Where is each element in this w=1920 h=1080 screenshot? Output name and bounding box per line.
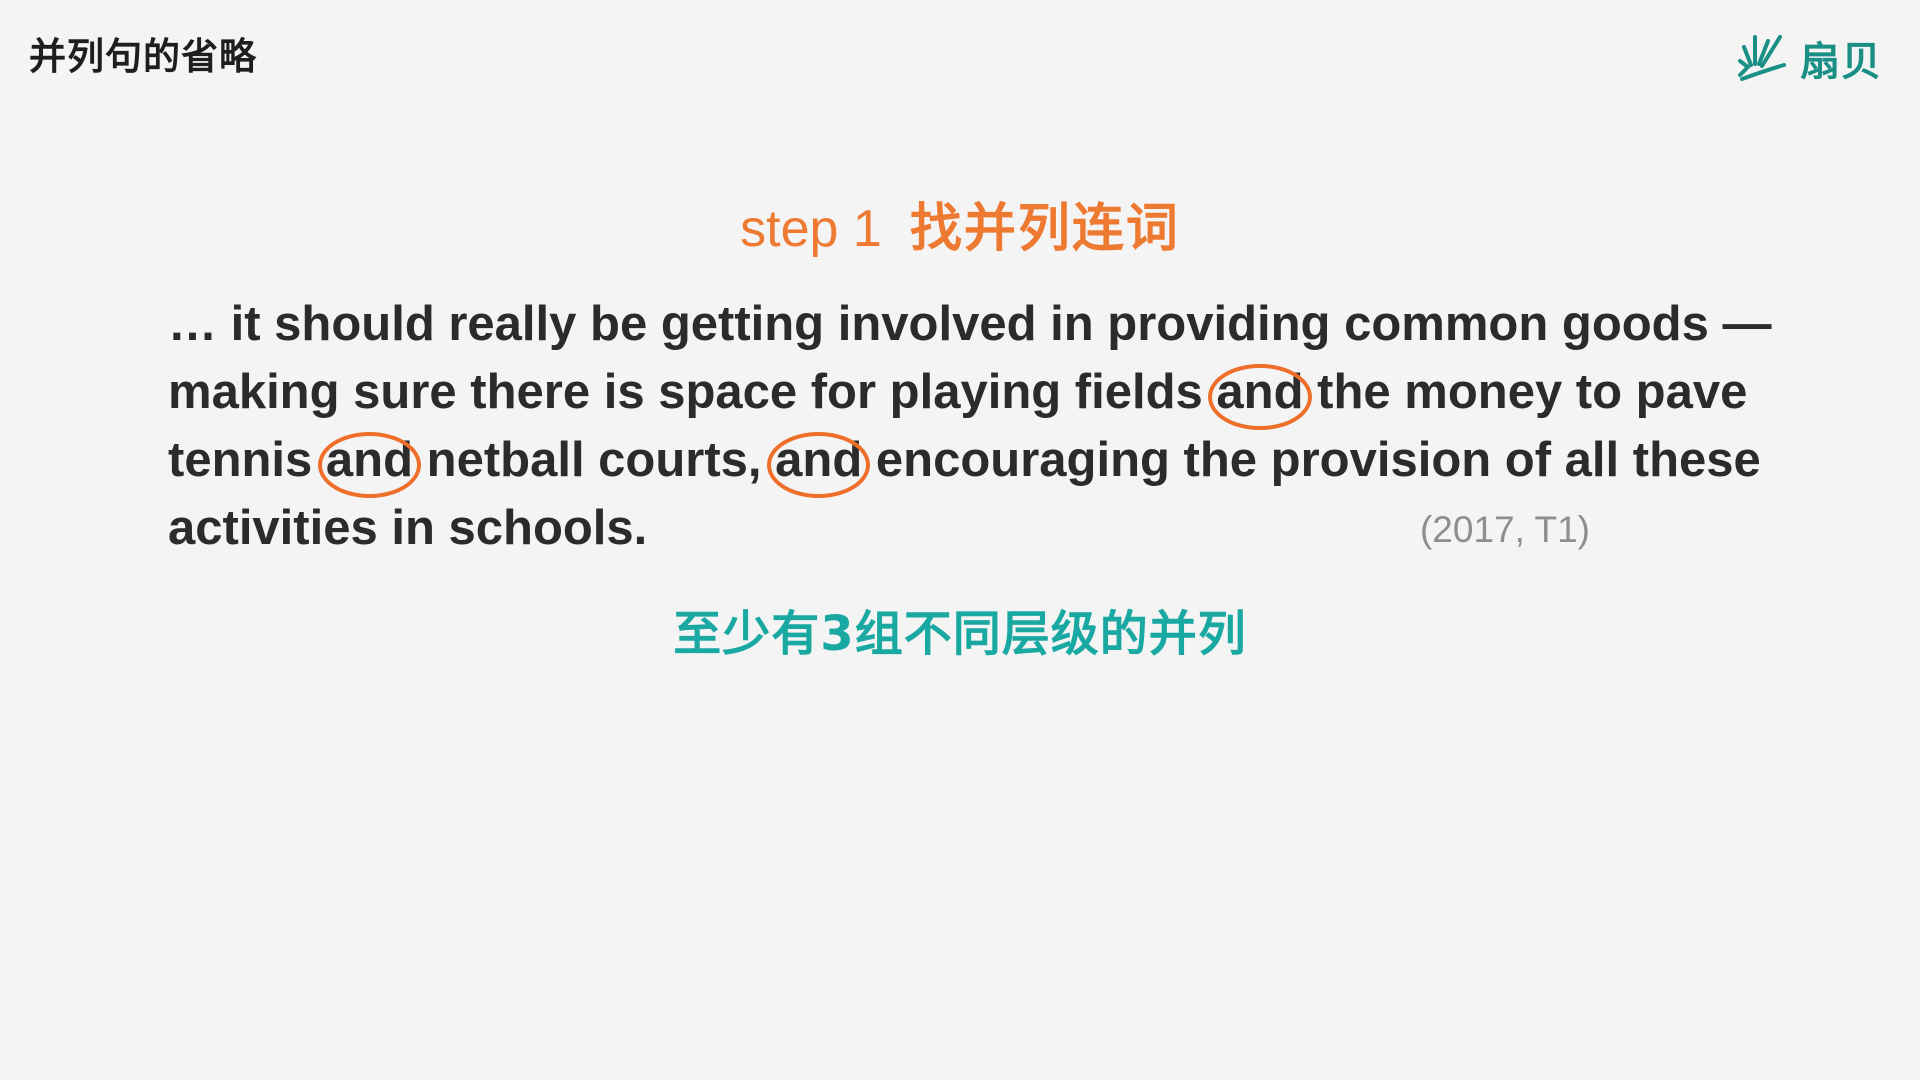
- brand-name: 扇贝: [1800, 39, 1882, 85]
- slide: 并列句的省略 扇贝 step 1 找并列连词 … it should really…: [0, 0, 1920, 1080]
- passage-line: activities in schools. (2017, T1): [168, 494, 1758, 562]
- slide-title: 并列句的省略: [29, 35, 257, 78]
- passage-line: making sure there is space for playing f…: [168, 358, 1758, 430]
- circled-conjunction: and: [317, 426, 422, 498]
- passage-text: netball courts,: [413, 433, 776, 487]
- passage-text: activities in schools.: [168, 501, 648, 555]
- note-text: 至少有3组不同层级的并列: [673, 606, 1247, 662]
- passage-text: tennis: [168, 433, 326, 487]
- step-label: step 1: [740, 200, 882, 258]
- passage-line: tennis and netball courts, and encouragi…: [168, 426, 1761, 498]
- passage-line: … it should really be getting involved i…: [168, 297, 1772, 351]
- passage-text: making sure there is space for playing f…: [168, 365, 1217, 419]
- passage-text: encouraging the provision of all these: [862, 433, 1761, 487]
- passage-text: the money to pave: [1303, 365, 1748, 419]
- step-title: 找并列连词: [909, 199, 1180, 259]
- step-heading: step 1 找并列连词: [0, 186, 1920, 261]
- passage: … it should really be getting involved i…: [168, 290, 1772, 562]
- circled-conjunction: and: [767, 426, 871, 498]
- circled-conjunction: and: [1208, 358, 1312, 430]
- brand-logo: 扇贝: [1738, 30, 1882, 86]
- fan-rays-logo-icon: [1738, 31, 1794, 85]
- source-citation: (2017, T1): [1419, 509, 1590, 550]
